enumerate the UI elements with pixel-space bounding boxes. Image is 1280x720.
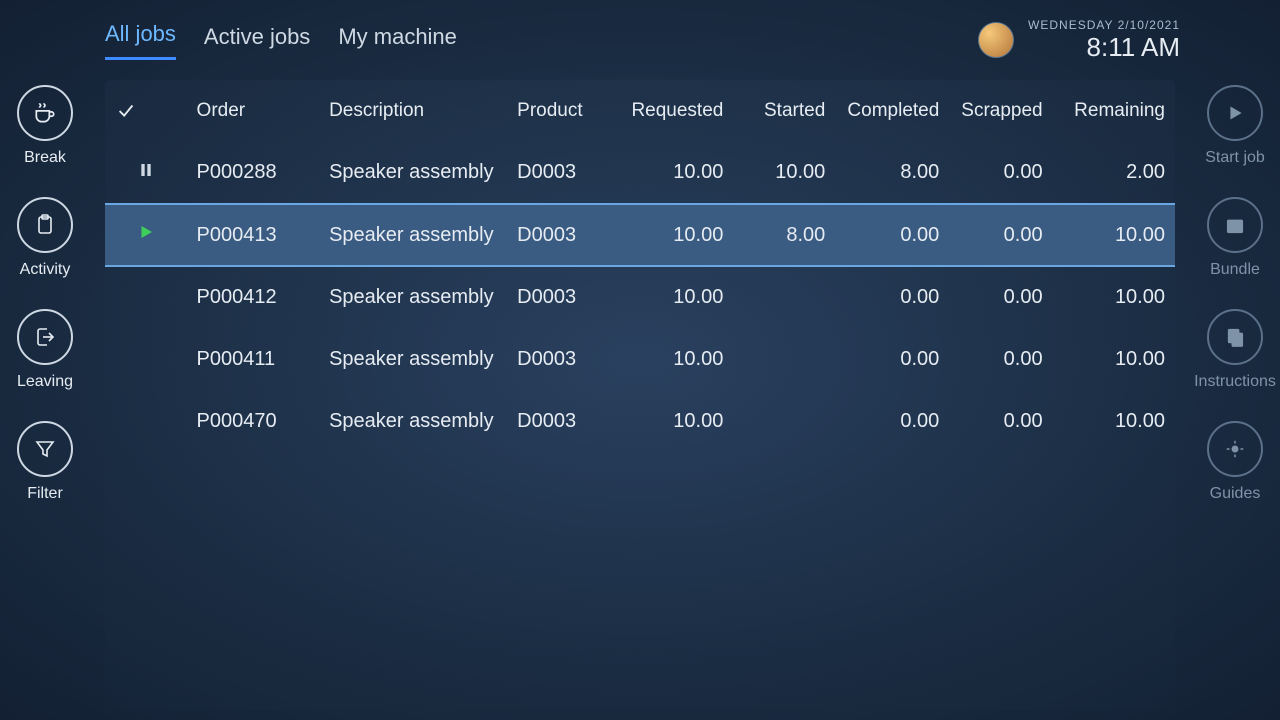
avatar[interactable] bbox=[978, 22, 1014, 58]
left-rail: Break Activity Leaving Filter bbox=[0, 85, 90, 503]
check-icon bbox=[115, 100, 137, 122]
cell-order: P000413 bbox=[187, 204, 320, 266]
col-started[interactable]: Started bbox=[733, 80, 835, 142]
jobs-panel: Order Description Product Requested Star… bbox=[105, 80, 1175, 710]
cell-description: Speaker assembly bbox=[319, 142, 507, 204]
cell-product: D0003 bbox=[507, 204, 619, 266]
doc-icon bbox=[1207, 309, 1263, 365]
tab-my-machine[interactable]: My machine bbox=[338, 24, 457, 60]
activity-button[interactable]: Activity bbox=[17, 197, 73, 279]
cell-order: P000411 bbox=[187, 328, 320, 390]
table-header-row: Order Description Product Requested Star… bbox=[105, 80, 1175, 142]
coffee-icon bbox=[17, 85, 73, 141]
cell-started bbox=[733, 390, 835, 452]
row-status-icon bbox=[105, 266, 187, 328]
right-rail: Start job Bundle Instructions Guides bbox=[1190, 85, 1280, 503]
cell-remaining: 10.00 bbox=[1053, 328, 1175, 390]
top-bar: All jobs Active jobs My machine WEDNESDA… bbox=[105, 0, 1180, 80]
funnel-icon bbox=[17, 421, 73, 477]
col-description[interactable]: Description bbox=[319, 80, 507, 142]
row-status-icon bbox=[105, 142, 187, 204]
cell-remaining: 10.00 bbox=[1053, 204, 1175, 266]
cell-product: D0003 bbox=[507, 266, 619, 328]
table-row[interactable]: P000470Speaker assemblyD000310.000.000.0… bbox=[105, 390, 1175, 452]
table-row[interactable]: P000413Speaker assemblyD000310.008.000.0… bbox=[105, 204, 1175, 266]
cell-completed: 0.00 bbox=[835, 204, 949, 266]
leaving-button[interactable]: Leaving bbox=[17, 309, 73, 391]
cell-scrapped: 0.00 bbox=[949, 266, 1052, 328]
cell-description: Speaker assembly bbox=[319, 328, 507, 390]
col-status bbox=[105, 80, 187, 142]
instructions-button[interactable]: Instructions bbox=[1194, 309, 1276, 391]
cell-order: P000288 bbox=[187, 142, 320, 204]
cell-completed: 0.00 bbox=[835, 328, 949, 390]
jobs-table: Order Description Product Requested Star… bbox=[105, 80, 1175, 452]
clock: WEDNESDAY 2/10/2021 8:11 AM bbox=[1028, 18, 1180, 63]
cell-requested: 10.00 bbox=[619, 204, 733, 266]
cell-order: P000412 bbox=[187, 266, 320, 328]
row-status-icon bbox=[105, 204, 187, 266]
row-status-icon bbox=[105, 328, 187, 390]
cell-description: Speaker assembly bbox=[319, 266, 507, 328]
cell-started bbox=[733, 328, 835, 390]
break-button[interactable]: Break bbox=[17, 85, 73, 167]
cell-remaining: 2.00 bbox=[1053, 142, 1175, 204]
header-right: WEDNESDAY 2/10/2021 8:11 AM bbox=[978, 18, 1180, 63]
col-order[interactable]: Order bbox=[187, 80, 320, 142]
table-row[interactable]: P000412Speaker assemblyD000310.000.000.0… bbox=[105, 266, 1175, 328]
exit-icon bbox=[17, 309, 73, 365]
bundle-button[interactable]: Bundle bbox=[1207, 197, 1263, 279]
cell-description: Speaker assembly bbox=[319, 390, 507, 452]
cell-description: Speaker assembly bbox=[319, 204, 507, 266]
cell-order: P000470 bbox=[187, 390, 320, 452]
col-completed[interactable]: Completed bbox=[835, 80, 949, 142]
cell-completed: 8.00 bbox=[835, 142, 949, 204]
clipboard-icon bbox=[17, 197, 73, 253]
cell-completed: 0.00 bbox=[835, 266, 949, 328]
cell-product: D0003 bbox=[507, 328, 619, 390]
cell-remaining: 10.00 bbox=[1053, 390, 1175, 452]
cell-scrapped: 0.00 bbox=[949, 142, 1052, 204]
header-date: WEDNESDAY 2/10/2021 bbox=[1028, 18, 1180, 32]
start-job-button[interactable]: Start job bbox=[1205, 85, 1265, 167]
col-remaining[interactable]: Remaining bbox=[1053, 80, 1175, 142]
table-row[interactable]: P000288Speaker assemblyD000310.0010.008.… bbox=[105, 142, 1175, 204]
guide-icon bbox=[1207, 421, 1263, 477]
cell-completed: 0.00 bbox=[835, 390, 949, 452]
cell-started: 8.00 bbox=[733, 204, 835, 266]
cell-requested: 10.00 bbox=[619, 266, 733, 328]
start-job-label: Start job bbox=[1205, 149, 1265, 167]
col-scrapped[interactable]: Scrapped bbox=[949, 80, 1052, 142]
tab-active-jobs[interactable]: Active jobs bbox=[204, 24, 310, 60]
filter-label: Filter bbox=[27, 485, 63, 503]
cell-started: 10.00 bbox=[733, 142, 835, 204]
cell-product: D0003 bbox=[507, 142, 619, 204]
col-requested[interactable]: Requested bbox=[619, 80, 733, 142]
guides-label: Guides bbox=[1210, 485, 1261, 503]
leaving-label: Leaving bbox=[17, 373, 73, 391]
cell-requested: 10.00 bbox=[619, 390, 733, 452]
table-row[interactable]: P000411Speaker assemblyD000310.000.000.0… bbox=[105, 328, 1175, 390]
break-label: Break bbox=[24, 149, 66, 167]
cell-requested: 10.00 bbox=[619, 142, 733, 204]
cell-started bbox=[733, 266, 835, 328]
cell-remaining: 10.00 bbox=[1053, 266, 1175, 328]
row-status-icon bbox=[105, 390, 187, 452]
tab-bar: All jobs Active jobs My machine bbox=[105, 21, 457, 60]
instructions-label: Instructions bbox=[1194, 373, 1276, 391]
cell-scrapped: 0.00 bbox=[949, 204, 1052, 266]
cell-requested: 10.00 bbox=[619, 328, 733, 390]
header-time: 8:11 AM bbox=[1028, 32, 1180, 63]
filter-button[interactable]: Filter bbox=[17, 421, 73, 503]
bundle-label: Bundle bbox=[1210, 261, 1260, 279]
col-product[interactable]: Product bbox=[507, 80, 619, 142]
box-icon bbox=[1207, 197, 1263, 253]
cell-scrapped: 0.00 bbox=[949, 328, 1052, 390]
activity-label: Activity bbox=[20, 261, 71, 279]
guides-button[interactable]: Guides bbox=[1207, 421, 1263, 503]
cell-product: D0003 bbox=[507, 390, 619, 452]
cell-scrapped: 0.00 bbox=[949, 390, 1052, 452]
tab-all-jobs[interactable]: All jobs bbox=[105, 21, 176, 60]
play-icon bbox=[1207, 85, 1263, 141]
